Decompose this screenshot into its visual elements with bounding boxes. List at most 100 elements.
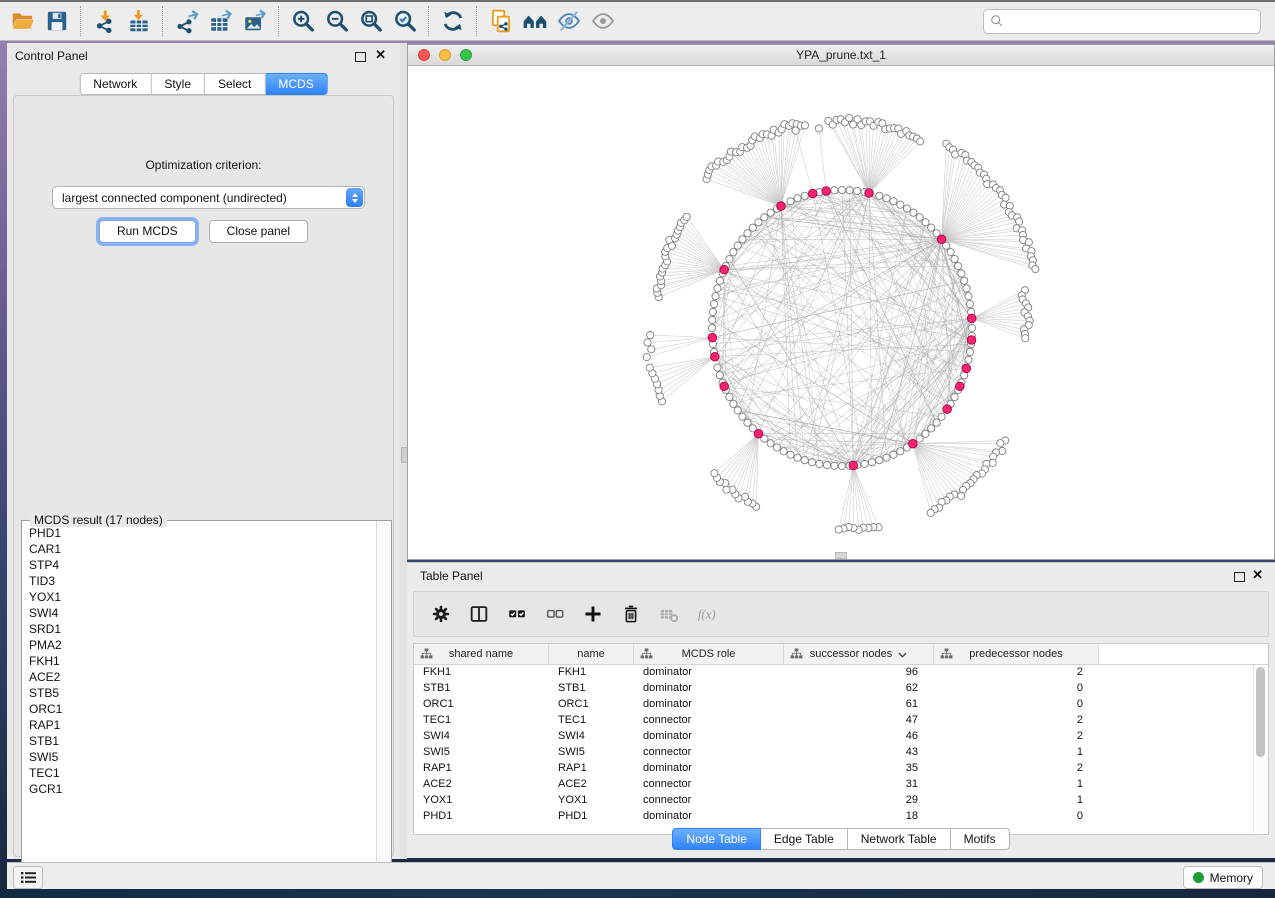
mcds-list-scrollbar[interactable] [376,521,391,889]
mcds-node-item[interactable]: TID3 [29,573,377,589]
cell-successor-nodes[interactable]: 61 [784,697,934,713]
cell-predecessor-nodes[interactable]: 2 [934,665,1099,681]
mcds-node-item[interactable]: STB5 [29,685,377,701]
mcds-node-item[interactable]: STB1 [29,733,377,749]
table-row[interactable]: SWI4SWI4dominator462 [414,729,1268,745]
cell-name[interactable]: RAP1 [549,761,634,777]
table-row[interactable]: SWI5SWI5connector431 [414,745,1268,761]
cell-predecessor-nodes[interactable]: 0 [934,697,1099,713]
table-row[interactable]: FKH1FKH1dominator962 [414,665,1268,681]
cell-predecessor-nodes[interactable]: 1 [934,793,1099,809]
mcds-node-item[interactable]: ORC1 [29,701,377,717]
tab-edge-table[interactable]: Edge Table [761,828,848,850]
save-session-button[interactable] [40,5,74,37]
table-row[interactable]: TEC1TEC1connector472 [414,713,1268,729]
mcds-node-item[interactable]: STP4 [29,557,377,573]
cell-shared-name[interactable]: STB1 [414,681,549,697]
float-table-panel-icon[interactable] [1234,572,1245,582]
float-panel-icon[interactable] [355,52,366,62]
mcds-node-item[interactable]: GCR1 [29,781,377,797]
cell-predecessor-nodes[interactable]: 1 [934,745,1099,761]
cell-shared-name[interactable]: PHD1 [414,809,549,825]
table-row[interactable]: ORC1ORC1dominator610 [414,697,1268,713]
close-panel-icon[interactable]: ✕ [375,47,386,63]
export-table-button[interactable] [204,5,238,37]
mcds-node-item[interactable]: RAP1 [29,717,377,733]
cell-name[interactable]: ACE2 [549,777,634,793]
table-row[interactable]: RAP1RAP1dominator352 [414,761,1268,777]
import-network-button[interactable] [88,5,122,37]
cell-shared-name[interactable]: YOX1 [414,793,549,809]
zoom-selected-button[interactable] [388,5,422,37]
cell-name[interactable]: PHD1 [549,809,634,825]
close-table-panel-icon[interactable]: ✕ [1252,567,1263,583]
show-all-button[interactable] [586,5,620,37]
table-settings-button[interactable] [426,599,456,629]
mcds-node-item[interactable]: SWI4 [29,605,377,621]
cell-shared-name[interactable]: FKH1 [414,665,549,681]
table-scrollbar[interactable] [1253,665,1267,833]
cell-successor-nodes[interactable]: 18 [784,809,934,825]
column-header-name[interactable]: name [549,644,634,664]
panel-splitter[interactable] [400,43,407,859]
cell-shared-name[interactable]: ACE2 [414,777,549,793]
network-graph[interactable] [408,66,1274,559]
zoom-in-button[interactable] [286,5,320,37]
cell-predecessor-nodes[interactable]: 2 [934,713,1099,729]
cell-name[interactable]: SWI4 [549,729,634,745]
cell-name[interactable]: TEC1 [549,713,634,729]
open-file-button[interactable] [6,5,40,37]
zoom-fit-button[interactable] [354,5,388,37]
column-header-predecessor-nodes[interactable]: predecessor nodes [934,644,1099,664]
cell-name[interactable]: YOX1 [549,793,634,809]
console-button[interactable] [13,866,43,889]
cell-successor-nodes[interactable]: 47 [784,713,934,729]
cell-name[interactable]: ORC1 [549,697,634,713]
mcds-node-item[interactable]: FKH1 [29,653,377,669]
tab-mcds[interactable]: MCDS [265,73,327,95]
search-box[interactable] [983,9,1261,34]
cell-successor-nodes[interactable]: 35 [784,761,934,777]
cell-MCDS-role[interactable]: connector [634,777,784,793]
cell-MCDS-role[interactable]: dominator [634,665,784,681]
table-row[interactable]: PHD1PHD1dominator180 [414,809,1268,825]
cell-shared-name[interactable]: RAP1 [414,761,549,777]
hide-selected-button[interactable] [552,5,586,37]
cell-successor-nodes[interactable]: 31 [784,777,934,793]
mcds-node-item[interactable]: PHD1 [29,525,377,541]
duplicate-network-button[interactable] [484,5,518,37]
column-header-successor-nodes[interactable]: successor nodes [784,644,934,664]
mcds-node-item[interactable]: ACE2 [29,669,377,685]
table-row[interactable]: YOX1YOX1connector291 [414,793,1268,809]
tab-node-table[interactable]: Node Table [672,828,761,850]
cell-shared-name[interactable]: ORC1 [414,697,549,713]
cell-MCDS-role[interactable]: dominator [634,697,784,713]
tab-select[interactable]: Select [205,73,265,95]
mcds-result-list[interactable]: PHD1CAR1STP4TID3YOX1SWI4SRD1PMA2FKH1ACE2… [22,525,377,889]
export-image-button[interactable] [238,5,272,37]
cell-predecessor-nodes[interactable]: 0 [934,681,1099,697]
cell-MCDS-role[interactable]: dominator [634,809,784,825]
mcds-node-item[interactable]: YOX1 [29,589,377,605]
cell-MCDS-role[interactable]: connector [634,713,784,729]
run-mcds-button[interactable]: Run MCDS [99,220,196,243]
cell-successor-nodes[interactable]: 96 [784,665,934,681]
search-input[interactable] [1008,13,1260,29]
export-network-button[interactable] [170,5,204,37]
network-titlebar[interactable]: YPA_prune.txt_1 [408,45,1274,66]
cell-name[interactable]: STB1 [549,681,634,697]
show-columns-button[interactable] [464,599,494,629]
cell-shared-name[interactable]: SWI5 [414,745,549,761]
table-row[interactable]: STB1STB1dominator620 [414,681,1268,697]
cell-MCDS-role[interactable]: connector [634,745,784,761]
deselect-all-rows-button[interactable] [540,599,570,629]
table-row[interactable]: ACE2ACE2connector311 [414,777,1268,793]
mcds-node-item[interactable]: CAR1 [29,541,377,557]
select-all-rows-button[interactable] [502,599,532,629]
cell-MCDS-role[interactable]: dominator [634,729,784,745]
cell-shared-name[interactable]: TEC1 [414,713,549,729]
mcds-node-item[interactable]: SRD1 [29,621,377,637]
cell-successor-nodes[interactable]: 62 [784,681,934,697]
apply-layout-button[interactable] [436,5,470,37]
optimization-criterion-select[interactable]: largest connected component (undirected) [52,186,365,209]
